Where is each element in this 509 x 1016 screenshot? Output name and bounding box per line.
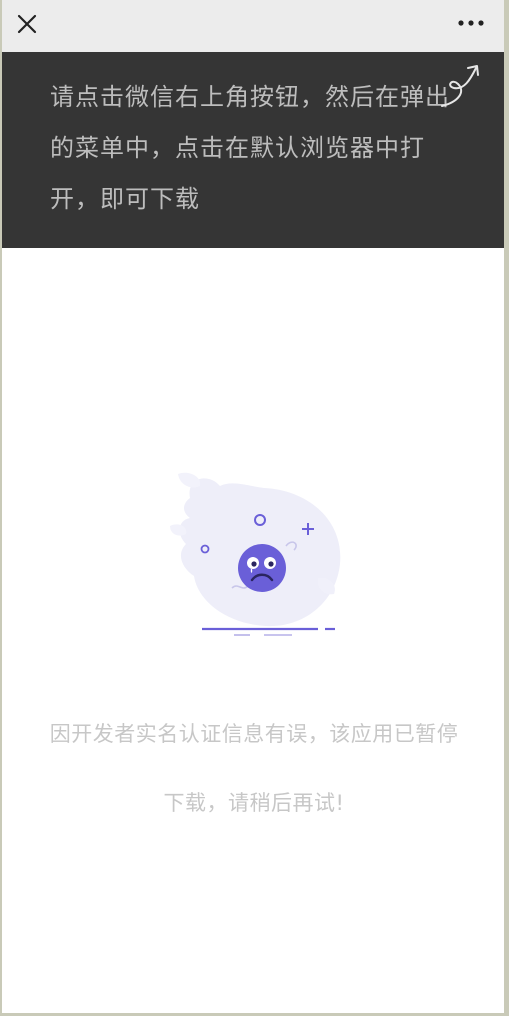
ground-line [202,627,335,636]
page-frame: 请点击微信右上角按钮，然后在弹出的菜单中，点击在默认浏览器中打开，即可下载 因开… [2,0,504,1013]
curved-arrow-icon [441,65,479,107]
more-icon [458,20,484,26]
close-icon [17,14,37,34]
open-in-browser-overlay: 请点击微信右上角按钮，然后在弹出的菜单中，点击在默认浏览器中打开，即可下载 [2,52,504,248]
browser-topbar [2,0,504,52]
sad-face-icon [238,544,286,592]
close-button[interactable] [14,11,40,37]
error-message: 因开发者实名认证信息有误，该应用已暂停下载，请稍后再试! [49,722,459,815]
more-button[interactable] [456,14,486,34]
overlay-instruction: 请点击微信右上角按钮，然后在弹出的菜单中，点击在默认浏览器中打开，即可下载 [50,83,450,213]
sad-face-illustration [170,472,341,636]
